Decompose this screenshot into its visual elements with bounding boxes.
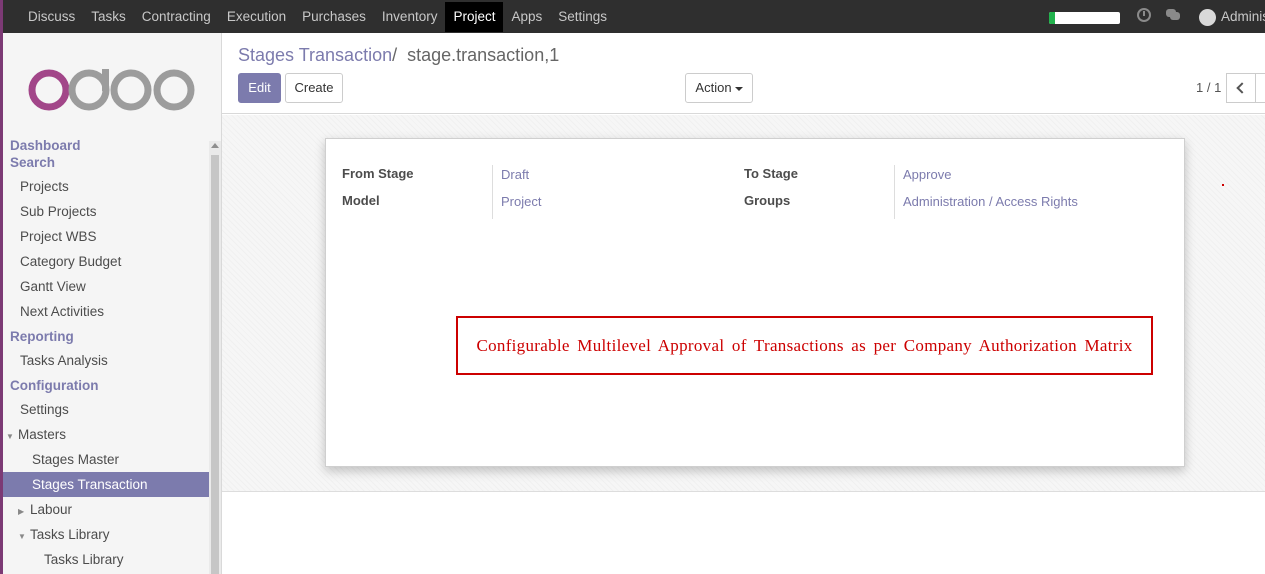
create-button[interactable]: Create: [285, 73, 343, 103]
to-stage-label: To Stage: [744, 166, 798, 181]
sidebar-item-label: Stages Transaction: [32, 477, 148, 492]
clock-icon[interactable]: [1137, 8, 1151, 22]
sidebar-item-stages-transaction[interactable]: Stages Transaction: [3, 472, 209, 497]
approval-banner: Configurable Multilevel Approval of Tran…: [456, 316, 1153, 375]
topnav-item-settings[interactable]: Settings: [550, 0, 615, 33]
avatar[interactable]: [1199, 9, 1216, 26]
from-stage-value[interactable]: Draft: [492, 165, 529, 192]
sidebar-item-projects[interactable]: Projects: [3, 174, 209, 199]
sidebar-item-label: Settings: [20, 402, 69, 417]
user-menu[interactable]: Adminis: [1221, 0, 1265, 33]
caret-down-icon[interactable]: ▼: [18, 524, 30, 549]
caret-down-icon[interactable]: ▼: [6, 424, 18, 449]
form-sheet: From Stage Draft Model Project To Stage …: [325, 138, 1185, 467]
topnav-item-execution[interactable]: Execution: [219, 0, 294, 33]
to-stage-value[interactable]: Approve: [894, 165, 951, 192]
sidebar-item-tasks-library[interactable]: ▼ Tasks Library: [3, 522, 209, 547]
top-navbar: Discuss Tasks Contracting Execution Purchase…: [0, 0, 1265, 33]
sidebar-item-settings[interactable]: Settings: [3, 397, 209, 422]
topnav-item-apps[interactable]: Apps: [503, 0, 550, 33]
sidebar-item-label: Sub Projects: [20, 204, 97, 219]
sidebar-header-reporting[interactable]: Reporting: [3, 329, 209, 344]
breadcrumb-current: stage.transaction,1: [407, 45, 560, 65]
sidebar-header-dashboard[interactable]: Dashboard: [3, 138, 209, 153]
sidebar-item-label: Tasks Library: [30, 527, 110, 542]
sidebar-header-configuration[interactable]: Configuration: [3, 378, 209, 393]
sidebar-item-label: Category Budget: [20, 254, 122, 269]
red-dot: [1222, 184, 1224, 186]
from-stage-label: From Stage: [342, 166, 414, 181]
pager-value[interactable]: 1 / 1: [1196, 80, 1221, 95]
scroll-thumb[interactable]: [211, 155, 219, 574]
sidebar-item-label: Next Activities: [20, 304, 105, 319]
form-view: From Stage Draft Model Project To Stage …: [222, 115, 1265, 492]
topnav-item-inventory[interactable]: Inventory: [374, 0, 446, 33]
sidebar-item-label: Gantt View: [20, 279, 86, 294]
sidebar-item-category-budget[interactable]: Category Budget: [3, 249, 209, 274]
topnav-item-tasks[interactable]: Tasks: [83, 0, 134, 33]
topnav-item-discuss[interactable]: Discuss: [20, 0, 83, 33]
sidebar-scrollbar[interactable]: [209, 141, 221, 574]
progress-bar: [1049, 12, 1120, 24]
topnav-item-project[interactable]: Project: [445, 2, 504, 32]
sidebar-item-gantt-view[interactable]: Gantt View: [3, 274, 209, 299]
model-value[interactable]: Project: [492, 192, 541, 219]
chevron-left-icon: [1236, 82, 1248, 94]
topnav-item-contracting[interactable]: Contracting: [134, 0, 219, 33]
caret-down-icon: [734, 86, 743, 91]
sidebar-item-tasks-library[interactable]: Tasks Library: [3, 547, 209, 572]
chat-icon[interactable]: [1166, 9, 1180, 20]
topnav-item-purchases[interactable]: Purchases: [294, 0, 374, 33]
sidebar-item-next-activities[interactable]: Next Activities: [3, 299, 209, 324]
breadcrumb-separator: /: [392, 45, 398, 65]
sidebar-item-label: Projects: [20, 179, 69, 194]
sidebar-item-label: Labour: [30, 502, 73, 517]
sidebar-item-project-wbs[interactable]: Project WBS: [3, 224, 209, 249]
action-dropdown[interactable]: Action: [685, 73, 753, 103]
sidebar: Dashboard Search Projects Sub Projects Proje…: [0, 33, 222, 574]
sidebar-item-labour[interactable]: ▶ Labour: [3, 497, 209, 522]
caret-right-icon[interactable]: ▶: [18, 499, 30, 524]
scroll-up-icon[interactable]: [211, 143, 219, 148]
sidebar-header-search[interactable]: Search: [3, 155, 209, 170]
progress-fill: [1049, 12, 1055, 24]
action-label: Action: [695, 80, 732, 95]
pager-next-button[interactable]: [1255, 73, 1265, 103]
edit-button[interactable]: Edit: [238, 73, 281, 103]
sidebar-item-tasks-analysis[interactable]: Tasks Analysis: [3, 348, 209, 373]
groups-label: Groups: [744, 193, 791, 208]
breadcrumb: Stages Transaction/ stage.transaction,1: [238, 45, 559, 66]
main-menu: Discuss Tasks Contracting Execution Purchase…: [20, 0, 615, 33]
sidebar-item-sub-projects[interactable]: Sub Projects: [3, 199, 209, 224]
sidebar-item-label: Masters: [18, 427, 67, 442]
sidebar-item-label: Stages Master: [32, 452, 120, 467]
control-panel: Stages Transaction/ stage.transaction,1 …: [222, 33, 1265, 114]
model-label: Model: [342, 193, 380, 208]
sidebar-item-masters[interactable]: ▼ Masters: [3, 422, 209, 447]
sidebar-menu: Dashboard Search Projects Sub Projects Proje…: [3, 138, 209, 572]
sidebar-item-label: Tasks Analysis: [20, 353, 108, 368]
breadcrumb-link[interactable]: Stages Transaction: [238, 45, 392, 65]
odoo-logo[interactable]: [28, 69, 198, 111]
sidebar-item-stages-master[interactable]: Stages Master: [3, 447, 209, 472]
sidebar-item-label: Tasks Library: [44, 552, 124, 567]
sidebar-item-label: Project WBS: [20, 229, 97, 244]
pager-previous-button[interactable]: [1226, 73, 1256, 103]
groups-value[interactable]: Administration / Access Rights: [894, 192, 1078, 219]
